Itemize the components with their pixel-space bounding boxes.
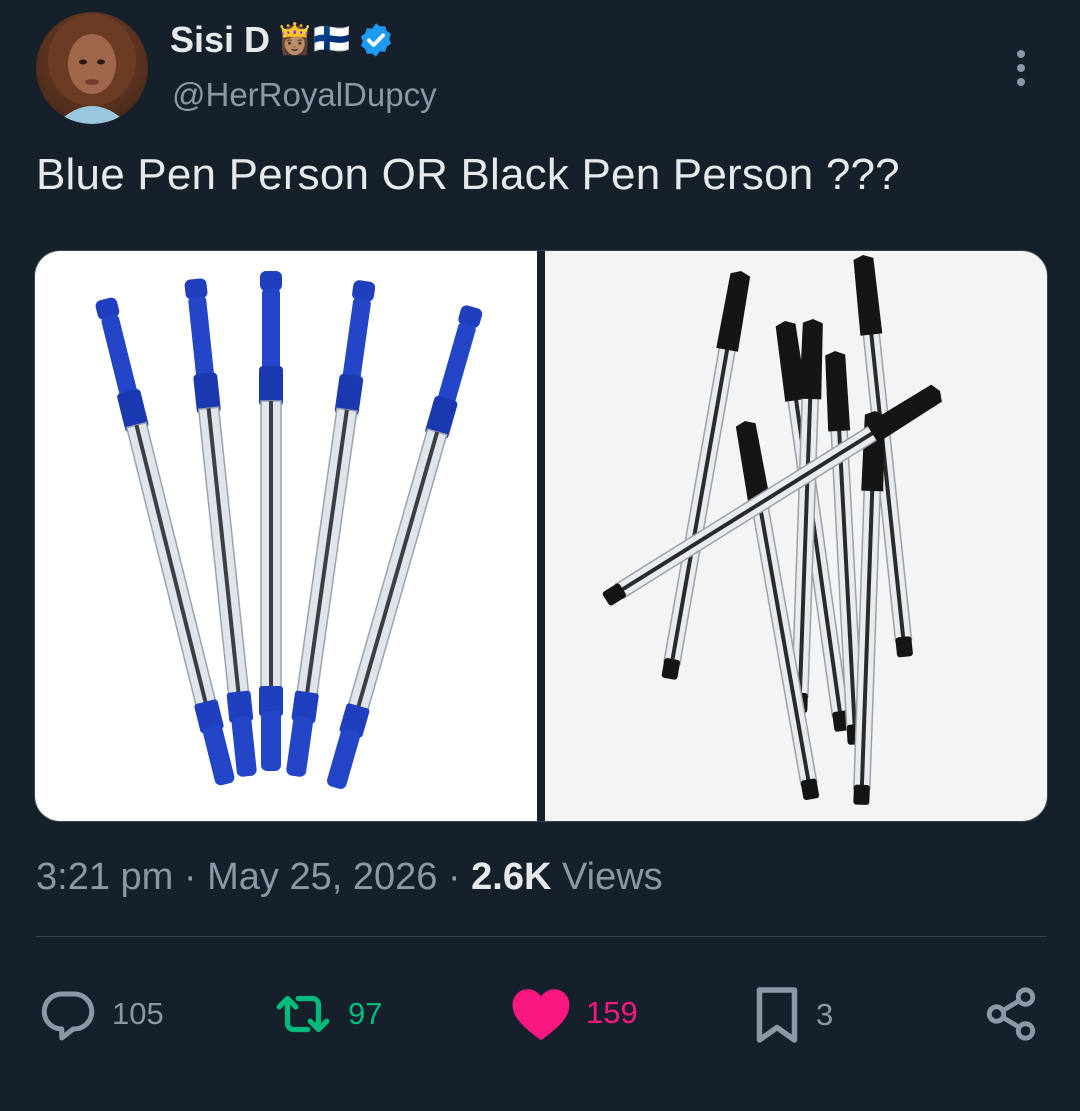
retweet-icon	[276, 995, 330, 1033]
retweet-count: 97	[348, 996, 383, 1031]
avatar[interactable]	[36, 12, 148, 124]
heart-icon	[512, 989, 570, 1041]
black-pens-photo-icon	[545, 251, 1047, 821]
media-image-black-pens[interactable]	[545, 251, 1047, 821]
more-options-icon[interactable]	[1006, 48, 1036, 88]
reply-button[interactable]: 105	[38, 984, 164, 1044]
tweet-media[interactable]	[34, 250, 1048, 822]
share-icon	[986, 987, 1036, 1041]
share-button[interactable]	[982, 984, 1040, 1044]
user-name-row[interactable]: Sisi D 👸🏽🇫🇮	[170, 16, 395, 64]
like-button[interactable]: 159	[510, 984, 638, 1042]
bookmark-count: 3	[816, 997, 834, 1032]
divider	[36, 936, 1046, 937]
retweet-button[interactable]: 97	[272, 984, 382, 1044]
display-name[interactable]: Sisi D	[170, 19, 270, 61]
meta-separator: ·	[447, 856, 472, 898]
tweet-date[interactable]: May 25, 2026	[207, 856, 437, 898]
views-label: Views	[561, 856, 663, 898]
reply-count: 105	[112, 996, 164, 1031]
media-image-blue-pens[interactable]	[35, 251, 537, 821]
tweet-text: Blue Pen Person OR Black Pen Person ???	[36, 150, 900, 199]
action-bar: 105 97 159 3	[0, 984, 1080, 1054]
views-count: 2.6K	[471, 856, 552, 898]
tweet-time[interactable]: 3:21 pm	[36, 856, 173, 898]
reply-icon	[41, 991, 95, 1041]
name-emojis: 👸🏽🇫🇮	[276, 23, 351, 56]
meta-separator: ·	[183, 856, 208, 898]
blue-pen-3	[259, 271, 283, 771]
blue-pens-photo-icon	[35, 251, 537, 821]
user-handle[interactable]: @HerRoyalDupcy	[172, 76, 437, 114]
bookmark-icon	[756, 987, 798, 1043]
tweet-meta: 3:21 pm · May 25, 2026 · 2.6K Views	[36, 856, 663, 899]
verified-badge-icon	[360, 23, 391, 57]
bookmark-button[interactable]: 3	[752, 984, 833, 1046]
like-count: 159	[586, 995, 638, 1030]
